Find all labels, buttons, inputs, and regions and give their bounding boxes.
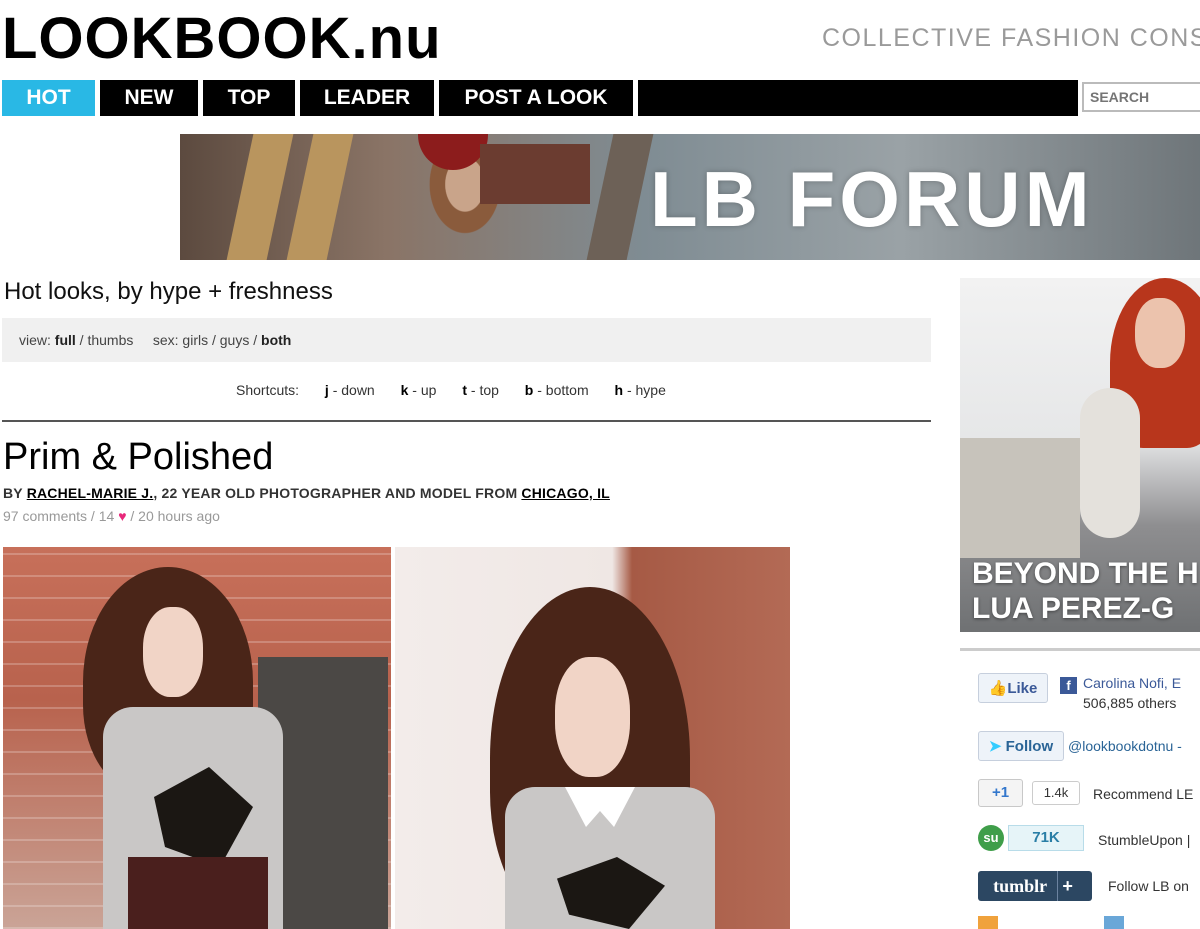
main-nav: HOT NEW TOP LEADER POST A LOOK <box>0 80 1080 116</box>
nav-tab-hot[interactable]: HOT <box>2 80 95 116</box>
plus-icon: + <box>1057 871 1077 901</box>
model-face <box>555 657 630 777</box>
facebook-icon: f <box>1060 677 1077 694</box>
sidebar-divider <box>960 648 1200 651</box>
facebook-friend-link[interactable]: Carolina Nofi, E <box>1083 675 1181 691</box>
twitter-bird-icon: ➤ <box>988 738 1002 755</box>
look-meta: 97 comments / 14 ♥ / 20 hours ago <box>3 508 220 524</box>
comments-link[interactable]: 97 comments <box>3 508 87 524</box>
sex-guys-link[interactable]: guys <box>220 332 250 348</box>
shortcut-item: k - up <box>400 382 437 398</box>
feature-fur-vest <box>1080 388 1140 538</box>
forum-banner[interactable]: LB FORUM <box>180 134 1200 260</box>
stumbleupon-count: 71K <box>1008 825 1084 851</box>
google-plus-one-button[interactable]: +1 <box>978 779 1023 807</box>
sex-separator: / <box>208 332 220 348</box>
look-photo[interactable] <box>3 547 391 929</box>
banner-frame-decoration <box>586 134 654 260</box>
sex-label: sex: <box>152 332 179 348</box>
shortcut-item: t - top <box>462 382 499 398</box>
stumbleupon-text: StumbleUpon | <box>1098 832 1191 848</box>
author-link[interactable]: RACHEL-MARIE J. <box>27 485 154 501</box>
nav-tab-new[interactable]: NEW <box>100 80 198 116</box>
sex-girls-link[interactable]: girls <box>182 332 208 348</box>
stumbleupon-icon[interactable]: su <box>978 825 1004 851</box>
sidebar-feature[interactable]: BEYOND THE H LUA PEREZ-G <box>960 278 1200 632</box>
site-logo[interactable]: LOOKBOOK.nu <box>2 8 442 70</box>
view-separator: / <box>75 332 88 348</box>
rss-links-row[interactable] <box>978 916 1200 929</box>
section-heading: Hot looks, by hype + freshness <box>4 278 333 305</box>
banner-frame-decoration <box>226 134 294 260</box>
nav-tab-top[interactable]: TOP <box>203 80 295 116</box>
look-photo[interactable] <box>395 547 790 929</box>
site-tagline: COLLECTIVE FASHION CONS <box>822 24 1200 52</box>
shortcuts-label: Shortcuts: <box>236 382 300 398</box>
tumblr-follow-button[interactable]: tumblr + <box>978 871 1092 901</box>
shortcut-item: j - down <box>324 382 375 398</box>
view-filter-bar: view: full / thumbs sex: girls / guys / … <box>2 318 931 362</box>
facebook-like-count: 506,885 others <box>1083 695 1177 711</box>
google-plus-count: 1.4k <box>1032 781 1080 805</box>
divider <box>2 420 931 422</box>
twitter-handle[interactable]: @lookbookdotnu - <box>1068 738 1182 754</box>
model-skirt <box>128 857 268 929</box>
shortcut-item: h - hype <box>614 382 666 398</box>
thumbs-up-icon: 👍 <box>988 680 1008 697</box>
feature-model-face <box>1135 298 1185 368</box>
feature-buildings-image <box>960 438 1080 558</box>
facebook-social-text: f Carolina Nofi, E 506,885 others <box>1060 674 1181 713</box>
shortcut-item: b - bottom <box>524 382 589 398</box>
heart-icon[interactable]: ♥ <box>118 508 126 524</box>
tumblr-text: Follow LB on <box>1108 878 1189 894</box>
search-input[interactable] <box>1082 82 1200 112</box>
banner-title: LB FORUM <box>650 155 1094 243</box>
rss-icon <box>1104 916 1124 929</box>
twitter-follow-button[interactable]: ➤ Follow <box>978 731 1064 761</box>
hype-count: / 14 <box>87 508 115 524</box>
sex-both-link[interactable]: both <box>261 332 291 348</box>
google-plus-text: Recommend LE <box>1093 786 1194 802</box>
nav-filler <box>638 80 1078 116</box>
keyboard-shortcuts: Shortcuts: j - down k - up t - top b - b… <box>236 382 666 398</box>
location-link[interactable]: CHICAGO, IL <box>521 485 610 501</box>
rss-icon <box>978 916 998 929</box>
model-face <box>143 607 203 697</box>
sidebar-feature-title: BEYOND THE H LUA PEREZ-G <box>972 557 1199 625</box>
look-timestamp: / 20 hours ago <box>126 508 220 524</box>
facebook-like-button[interactable]: 👍Like <box>978 673 1048 703</box>
view-full-link[interactable]: full <box>55 332 76 348</box>
banner-frame-decoration <box>286 134 354 260</box>
view-label: view: <box>19 332 51 348</box>
view-thumbs-link[interactable]: thumbs <box>87 332 133 348</box>
look-title[interactable]: Prim & Polished <box>3 436 273 479</box>
sex-separator: / <box>249 332 262 348</box>
banner-building-image <box>480 144 590 204</box>
nav-tab-post-a-look[interactable]: POST A LOOK <box>439 80 633 116</box>
look-byline: BY RACHEL-MARIE J., 22 YEAR OLD PHOTOGRA… <box>3 485 610 501</box>
nav-tab-leader[interactable]: LEADER <box>300 80 434 116</box>
